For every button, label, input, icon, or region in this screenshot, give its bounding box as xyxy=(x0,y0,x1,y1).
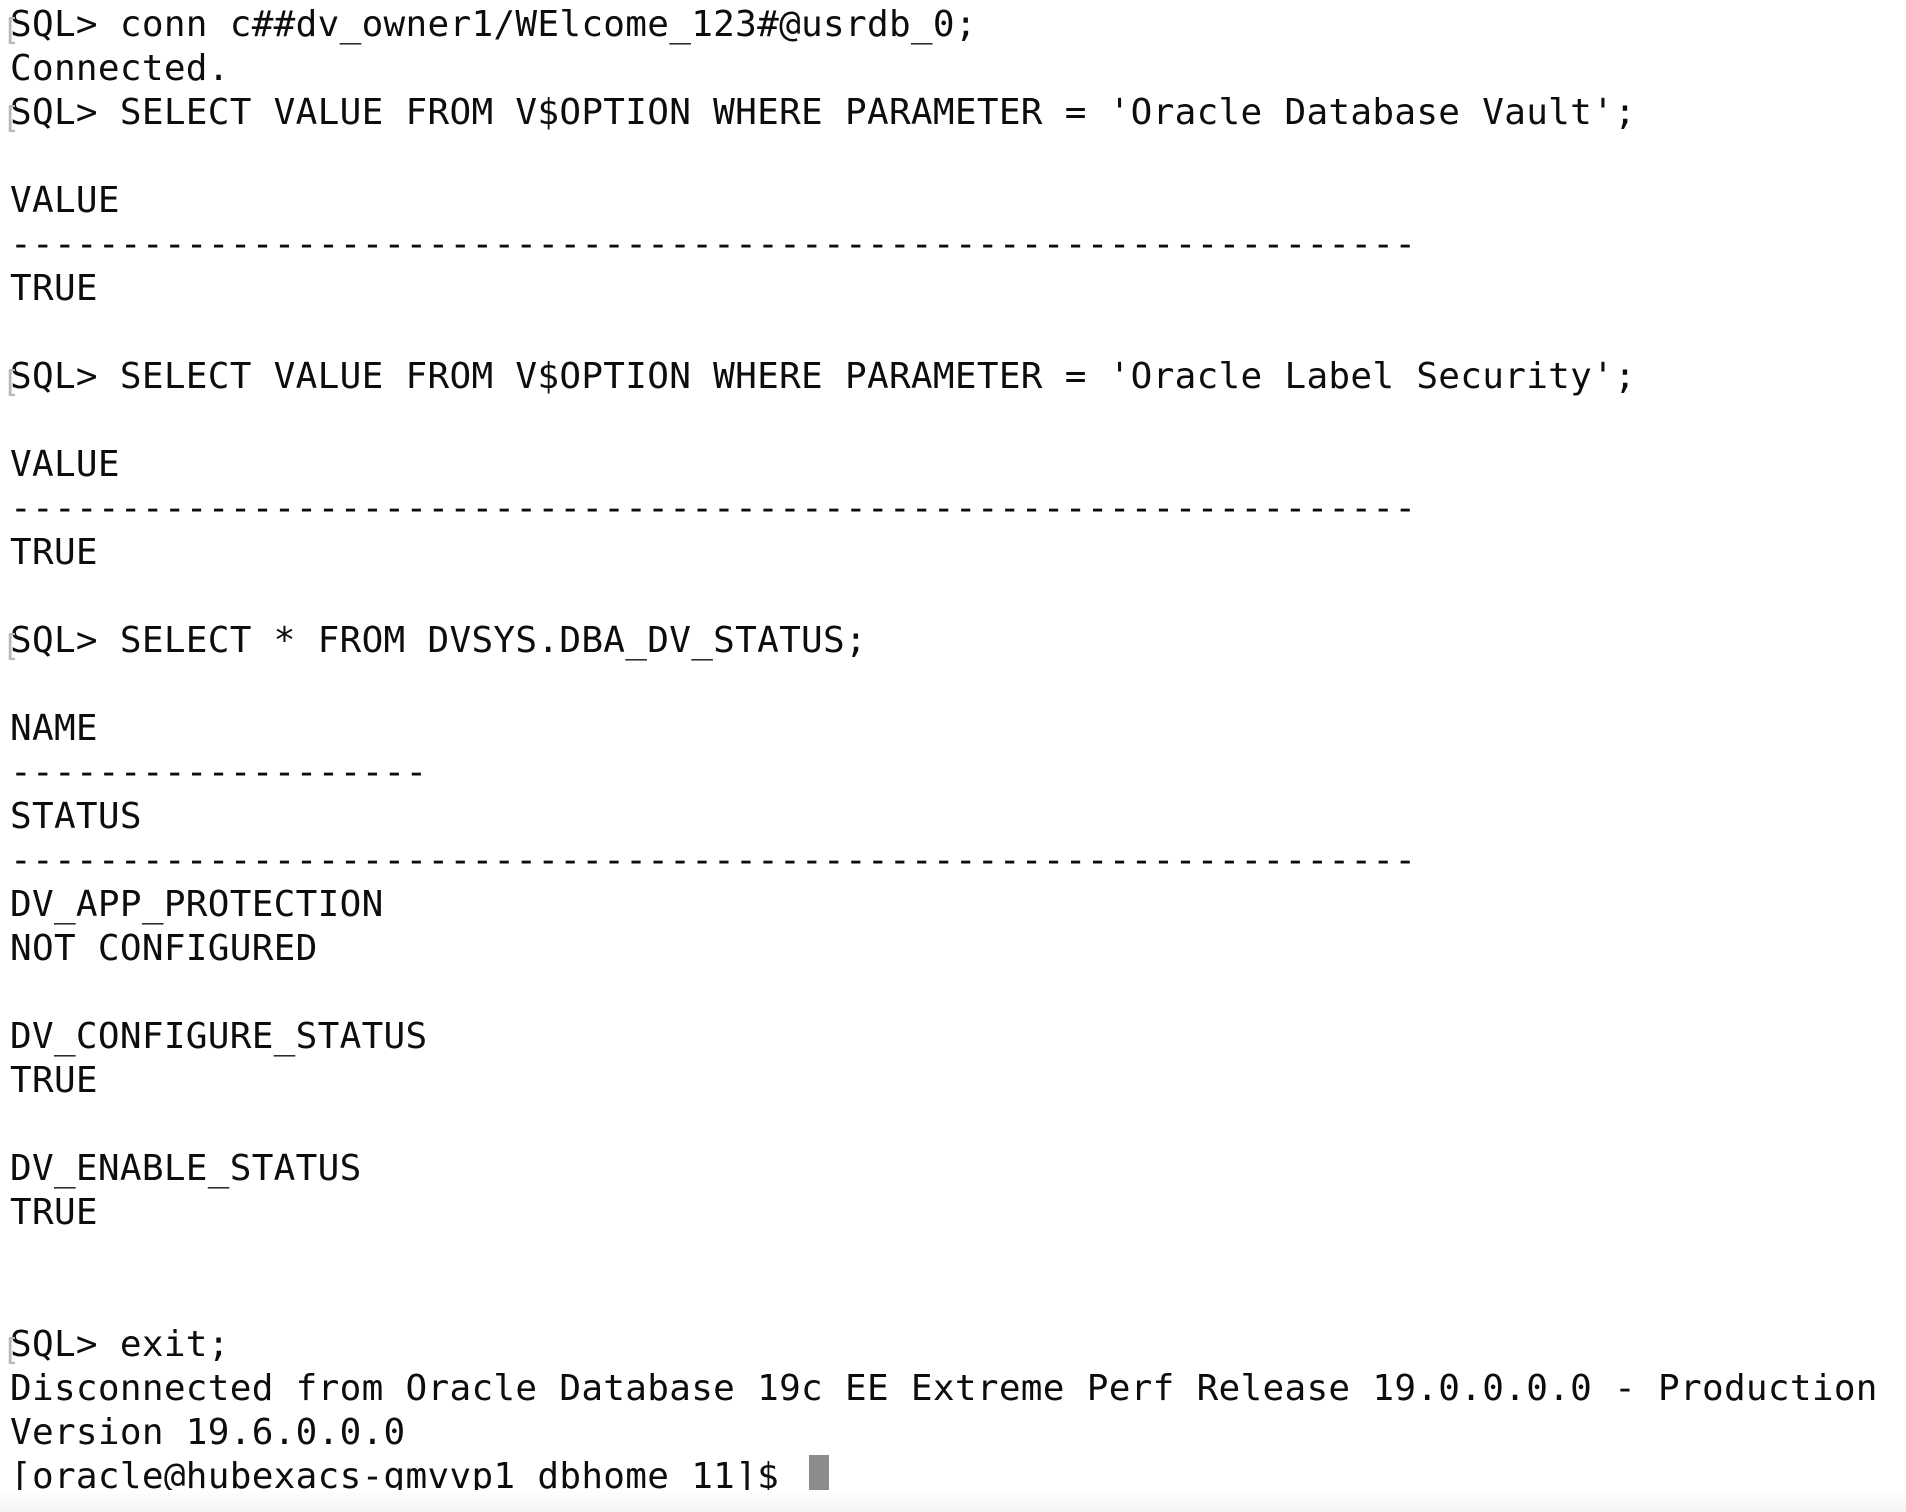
output-line: Version 19.6.0.0.0 xyxy=(10,1411,1906,1455)
command-line: [SQL> SELECT VALUE FROM V$OPTION WHERE P… xyxy=(2,91,1906,136)
command-line: [SQL> exit; xyxy=(2,1323,1906,1368)
line-text: NAME xyxy=(10,708,98,749)
output-line: NAME xyxy=(10,707,1906,751)
command-line: [SQL> SELECT * FROM DVSYS.DBA_DV_STATUS; xyxy=(2,619,1906,664)
output-line: DV_CONFIGURE_STATUS xyxy=(10,1015,1906,1059)
output-line: VALUE xyxy=(10,443,1906,487)
output-line: NOT CONFIGURED xyxy=(10,927,1906,971)
output-line: ----------------------------------------… xyxy=(10,487,1906,531)
line-text: DV_ENABLE_STATUS xyxy=(10,1148,362,1189)
line-text: SQL> conn c##dv_owner1/WElcome_123#@usrd… xyxy=(10,4,977,45)
line-text: ------------------- xyxy=(10,752,428,793)
output-line: ----------------------------------------… xyxy=(10,223,1906,267)
command-line: [SQL> conn c##dv_owner1/WElcome_123#@usr… xyxy=(2,3,1906,48)
terminal-window[interactable]: [SQL> conn c##dv_owner1/WElcome_123#@usr… xyxy=(0,0,1906,1512)
line-text: TRUE xyxy=(10,1192,98,1233)
line-text: STATUS xyxy=(10,796,142,837)
line-text: SQL> exit; xyxy=(10,1324,230,1365)
line-text: ----------------------------------------… xyxy=(10,488,1417,529)
line-text: TRUE xyxy=(10,532,98,573)
output-line: VALUE xyxy=(10,179,1906,223)
line-text: TRUE xyxy=(10,1060,98,1101)
command-line: [SQL> SELECT VALUE FROM V$OPTION WHERE P… xyxy=(2,355,1906,400)
output-line: TRUE xyxy=(10,531,1906,575)
line-text: DV_CONFIGURE_STATUS xyxy=(10,1016,428,1057)
output-line: TRUE xyxy=(10,1059,1906,1103)
output-line: DV_APP_PROTECTION xyxy=(10,883,1906,927)
line-text: DV_APP_PROTECTION xyxy=(10,884,384,925)
line-text: ----------------------------------------… xyxy=(10,224,1417,265)
output-line: ------------------- xyxy=(10,751,1906,795)
output-line: DV_ENABLE_STATUS xyxy=(10,1147,1906,1191)
output-line: TRUE xyxy=(10,267,1906,311)
line-text: ----------------------------------------… xyxy=(10,840,1417,881)
line-text: NOT CONFIGURED xyxy=(10,928,318,969)
output-line: Disconnected from Oracle Database 19c EE… xyxy=(10,1367,1906,1411)
output-line: STATUS xyxy=(10,795,1906,839)
output-line: TRUE xyxy=(10,1191,1906,1235)
window-bottom-edge xyxy=(0,1490,1906,1512)
line-text: TRUE xyxy=(10,268,98,309)
line-text: SQL> SELECT VALUE FROM V$OPTION WHERE PA… xyxy=(10,92,1637,133)
line-text: Disconnected from Oracle Database 19c EE… xyxy=(10,1368,1878,1409)
line-text: SQL> SELECT VALUE FROM V$OPTION WHERE PA… xyxy=(10,356,1637,397)
line-text: Connected. xyxy=(10,48,230,89)
output-line: Connected. xyxy=(10,47,1906,91)
line-text: SQL> SELECT * FROM DVSYS.DBA_DV_STATUS; xyxy=(10,620,867,661)
line-text: VALUE xyxy=(10,180,120,221)
line-text: Version 19.6.0.0.0 xyxy=(10,1412,406,1453)
output-line: ----------------------------------------… xyxy=(10,839,1906,883)
line-text: VALUE xyxy=(10,444,120,485)
